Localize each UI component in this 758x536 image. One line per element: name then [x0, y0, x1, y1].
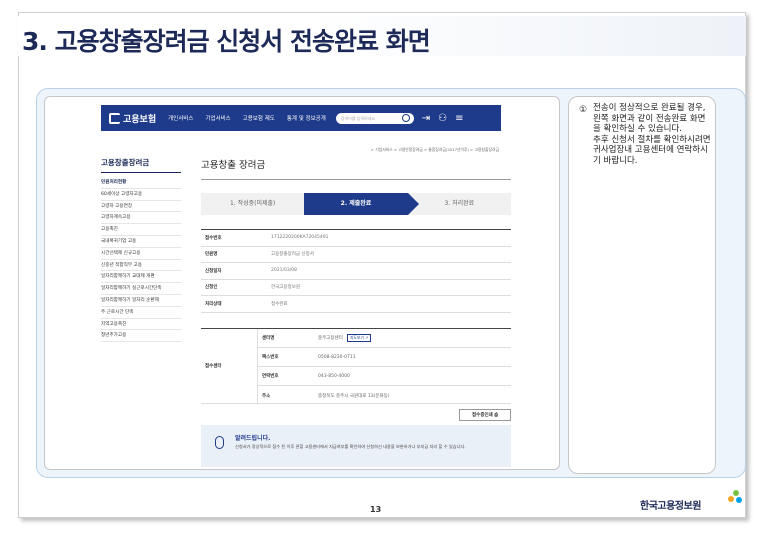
- sidebar-item[interactable]: 민원처리현황: [101, 177, 181, 189]
- table-row: 팩스번호 0508-8230-0711: [257, 348, 511, 367]
- sidebar-item[interactable]: 고령자계속고용: [101, 212, 181, 225]
- print-receipt-label: 접수증인쇄: [472, 413, 493, 418]
- breadcrumb: > 기업서비스 > 고용안정장려금 > 통합장려금(2017년이후) > 고용창…: [370, 147, 499, 152]
- explanation-note: ① 전송이 정상적으로 완료될 경우, 왼쪽 화면과 같이 전송완료 화면을 확…: [568, 96, 716, 474]
- logo-icon: [109, 112, 120, 124]
- table-row: 처리상태 접수완료: [201, 296, 511, 313]
- nav-stats[interactable]: 통계 및 정보공개: [287, 114, 326, 122]
- site-logo[interactable]: 고용보험: [109, 112, 156, 125]
- row-value: 접수완료: [271, 301, 288, 307]
- row-label: 센터명: [262, 336, 275, 341]
- screenshot-panel: 고용보험 개인서비스 기업서비스 고용보험 제도 통계 및 정보공개 검색어를 …: [44, 96, 560, 470]
- row-label: 주소: [262, 393, 271, 399]
- reception-center-table: 접수센터 센터명 충주고용센터 지도보기 ↗ 팩스번호 0508-8230-07…: [201, 328, 511, 405]
- table-row: 센터명 충주고용센터 지도보기 ↗: [257, 329, 511, 348]
- nav-system[interactable]: 고용보험 제도: [243, 114, 275, 122]
- sidebar-item[interactable]: 60세이상 고령자고용: [101, 189, 181, 201]
- row-label: 처리상태: [205, 301, 222, 307]
- note-number: ①: [579, 105, 588, 115]
- sidebar-item[interactable]: 주 근로시간 단축: [101, 307, 181, 319]
- notice-body: 신청서가 정상적으로 접수 된 이후 관할 고용센터에서 지급여부를 확인하여 …: [235, 444, 466, 449]
- notice-title: 알려드립니다.: [235, 435, 271, 442]
- slide-title: 3. 고용창출장려금 신청서 전송완료 화면: [22, 27, 431, 56]
- row-label: 신청일자: [205, 268, 222, 274]
- print-receipt-button[interactable]: 접수증인쇄 ⎙: [459, 409, 511, 421]
- sidebar-item[interactable]: 시간선택제 신규고용: [101, 248, 181, 260]
- microphone-icon: [215, 436, 224, 449]
- menu-icon[interactable]: ≡: [455, 113, 463, 124]
- step-submitted: 2. 제출완료: [304, 193, 420, 215]
- row-label: 접수번호: [205, 235, 222, 241]
- sidebar-item[interactable]: 청년추가고용: [101, 330, 181, 343]
- row-label: 연락번호: [262, 374, 279, 379]
- search-icon[interactable]: [401, 113, 410, 122]
- row-label: 신청인: [205, 285, 218, 291]
- login-icon[interactable]: ⇥: [422, 113, 430, 124]
- table-row: 신청일자 2021/03/08: [201, 263, 511, 280]
- print-icon: ⎙: [494, 413, 498, 418]
- sidebar-item[interactable]: 고용촉진: [101, 224, 181, 236]
- sidebar-item[interactable]: 신중년 적합직무 고용: [101, 260, 181, 272]
- row-value: 0508-8230-0711: [318, 354, 356, 360]
- table-row: 민원명 고용창출장려금 신청서: [201, 247, 511, 263]
- row-value: 043-850-4000: [318, 373, 350, 379]
- step-draft: 1. 작성중(미제출): [229, 200, 276, 207]
- brand-logo-icon: [728, 490, 742, 504]
- table-row: 신청인 한국고용정보원: [201, 280, 511, 296]
- row-value: 충주고용센터: [318, 336, 343, 341]
- search-placeholder: 검색어를 입력하세요: [340, 115, 376, 121]
- row-value: 충청북도 충주시 국원대로 13(문화동): [318, 393, 390, 399]
- sidebar-item[interactable]: 일자리함께하기 일자리 순환제: [101, 295, 181, 307]
- notice-box: 알려드립니다. 신청서가 정상적으로 접수 된 이후 관할 고용센터에서 지급여…: [201, 425, 511, 467]
- sidebar-item[interactable]: 국내복귀기업 고용: [101, 236, 181, 248]
- row-value: 1712220200KA72045491: [271, 235, 329, 241]
- user-icon[interactable]: ⚇: [438, 113, 447, 124]
- sidebar: 고용창출장려금 민원처리현황 60세이상 고령자고용 고령자 고용연장 고령자계…: [101, 157, 181, 343]
- top-nav: 고용보험 개인서비스 기업서비스 고용보험 제도 통계 및 정보공개 검색어를 …: [101, 105, 501, 131]
- note-text: 전송이 정상적으로 완료될 경우, 왼쪽 화면과 같이 전송완료 화면을 확인하…: [593, 103, 711, 166]
- sidebar-item[interactable]: 일자리함께하기 교대제 개편: [101, 271, 181, 284]
- row-value: 고용창출장려금 신청서: [271, 252, 314, 258]
- nav-personal[interactable]: 개인서비스: [168, 114, 193, 122]
- brand-name: 한국고용정보원: [640, 501, 701, 512]
- logo-text: 고용보험: [123, 114, 157, 125]
- table-row: 주소 충청북도 충주시 국원대로 13(문화동): [257, 386, 511, 405]
- page-title: 고용창출 장려금: [201, 157, 511, 180]
- search-input[interactable]: 검색어를 입력하세요: [335, 112, 414, 124]
- step-processed: 3. 처리완료: [444, 200, 475, 207]
- progress-steps: 1. 작성중(미제출) 2. 제출완료 3. 처리완료: [201, 193, 511, 215]
- map-button-label: 지도보기: [349, 335, 364, 340]
- sidebar-item[interactable]: 지역고용촉진: [101, 319, 181, 331]
- sidebar-item[interactable]: 고령자 고용연장: [101, 201, 181, 213]
- sidebar-title: 고용창출장려금: [101, 157, 181, 173]
- main-content: 고용창출 장려금 1. 작성중(미제출) 2. 제출완료 3. 처리완료 접수번…: [201, 157, 511, 467]
- sidebar-item[interactable]: 일자리함께하기 실근로시간단축: [101, 283, 181, 295]
- page-number: 13: [370, 505, 382, 514]
- table-row: 접수번호 1712220200KA72045491: [201, 230, 511, 247]
- table-row: 연락번호 043-850-4000: [257, 367, 511, 386]
- row-label: 팩스번호: [262, 355, 279, 360]
- map-button[interactable]: 지도보기 ↗: [346, 334, 372, 342]
- application-info-table: 접수번호 1712220200KA72045491 민원명 고용창출장려금 신청서 …: [201, 229, 511, 313]
- row-value: 2021/03/08: [271, 268, 297, 274]
- row-label: 민원명: [205, 252, 218, 258]
- external-link-icon: ↗: [365, 335, 369, 340]
- center-label: 접수센터: [205, 364, 222, 369]
- nav-business[interactable]: 기업서비스: [205, 114, 230, 122]
- row-value: 한국고용정보원: [271, 285, 300, 291]
